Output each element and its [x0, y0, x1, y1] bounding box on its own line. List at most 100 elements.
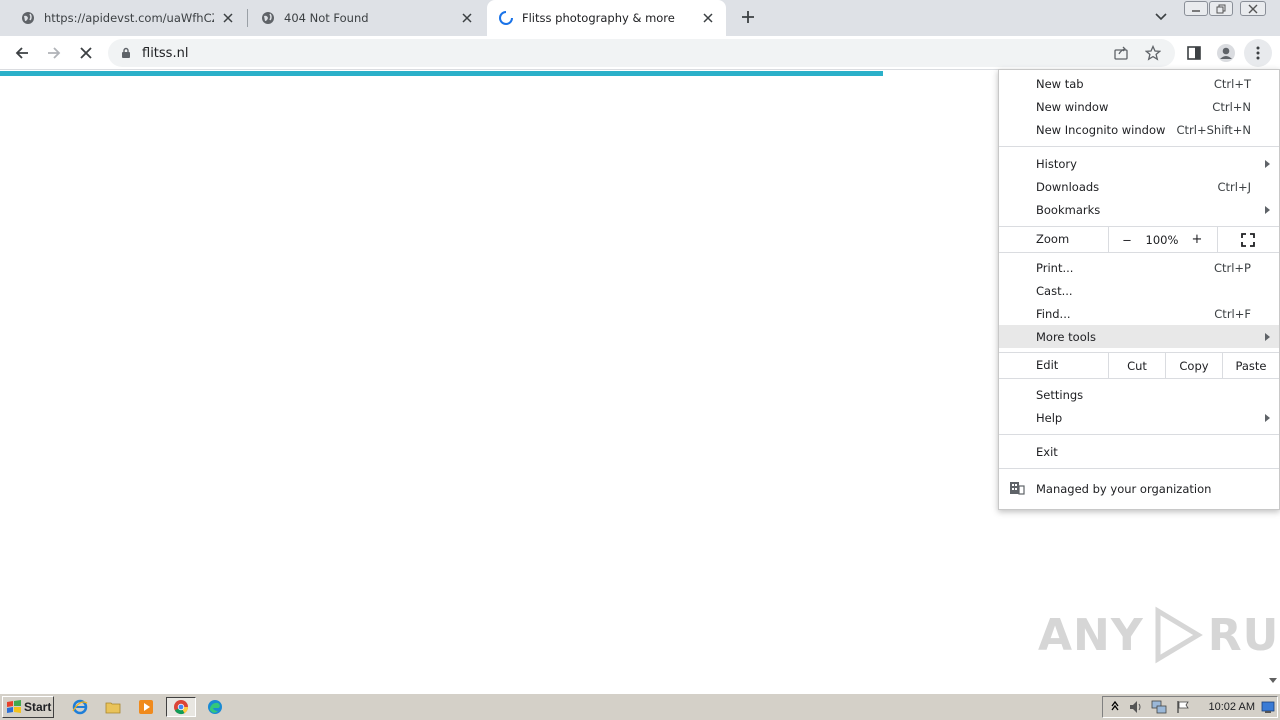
- chrome-menu-button[interactable]: [1244, 39, 1272, 67]
- close-window-button[interactable]: [1240, 1, 1266, 16]
- zoom-in-button[interactable]: +: [1187, 227, 1207, 252]
- menu-item-bookmarks[interactable]: Bookmarks: [999, 198, 1279, 221]
- menu-separator: [999, 146, 1279, 147]
- edge-icon[interactable]: [204, 697, 226, 717]
- menu-item-managed[interactable]: Managed by your organization: [999, 477, 1279, 500]
- globe-icon: [260, 10, 276, 26]
- submenu-arrow-icon: [1265, 333, 1270, 341]
- profile-button[interactable]: [1212, 39, 1240, 67]
- tab-flitss[interactable]: Flitss photography & more: [487, 0, 726, 36]
- menu-item-label: History: [1036, 156, 1077, 171]
- cut-button[interactable]: Cut: [1109, 353, 1165, 378]
- menu-item-label: Downloads: [1036, 179, 1100, 194]
- zoom-out-button[interactable]: −: [1117, 227, 1137, 252]
- play-logo-icon: [1155, 606, 1203, 664]
- zoom-label: Zoom: [1036, 232, 1070, 246]
- close-icon[interactable]: [459, 10, 475, 26]
- url-text[interactable]: flitss.nl: [142, 46, 188, 61]
- menu-item-label: Find...: [1036, 306, 1071, 321]
- copy-button[interactable]: Copy: [1166, 353, 1222, 378]
- network-icon[interactable]: [1151, 700, 1167, 717]
- menu-item-label: Managed by your organization: [1036, 481, 1212, 496]
- menu-item-new-tab[interactable]: New tab Ctrl+T: [999, 72, 1279, 95]
- volume-icon[interactable]: [1128, 700, 1144, 717]
- menu-item-print[interactable]: Print... Ctrl+P: [999, 256, 1279, 279]
- tab-search-icon[interactable]: [1151, 8, 1171, 26]
- menu-item-new-window[interactable]: New window Ctrl+N: [999, 95, 1279, 118]
- internet-explorer-icon[interactable]: [69, 697, 91, 717]
- chrome-menu: New tab Ctrl+T New window Ctrl+N New Inc…: [998, 69, 1280, 510]
- bookmark-star-icon[interactable]: [1144, 44, 1162, 64]
- menu-item-label: New Incognito window: [1036, 122, 1166, 137]
- windows-taskbar: Start 10:02 AM: [0, 693, 1280, 720]
- media-player-icon[interactable]: [135, 697, 157, 717]
- watermark-right: RUN: [1207, 609, 1280, 661]
- menu-edit-row: Edit Cut Copy Paste: [999, 353, 1279, 378]
- close-icon[interactable]: [220, 10, 236, 26]
- fullscreen-button[interactable]: [1231, 227, 1265, 252]
- anyrun-watermark: ANY RUN: [1038, 605, 1280, 665]
- close-icon[interactable]: [700, 10, 716, 26]
- menu-item-shortcut: Ctrl+J: [1217, 179, 1252, 194]
- edit-label: Edit: [1036, 358, 1059, 372]
- watermark-left: ANY: [1038, 609, 1144, 661]
- chrome-taskbar-icon[interactable]: [166, 697, 196, 717]
- menu-item-label: New tab: [1036, 76, 1084, 91]
- show-desktop-icon[interactable]: [1261, 701, 1275, 716]
- menu-item-label: Print...: [1036, 260, 1074, 275]
- menu-separator: [999, 378, 1279, 379]
- menu-item-shortcut: Ctrl+P: [1213, 260, 1251, 275]
- address-bar[interactable]: flitss.nl: [108, 39, 1175, 67]
- start-button[interactable]: Start: [2, 696, 54, 718]
- menu-item-history[interactable]: History: [999, 152, 1279, 175]
- minimize-button[interactable]: [1184, 1, 1208, 16]
- submenu-arrow-icon: [1265, 414, 1270, 422]
- building-icon: [1009, 481, 1025, 498]
- side-panel-button[interactable]: [1180, 39, 1208, 67]
- windows-logo-icon: [7, 700, 21, 713]
- restore-button[interactable]: [1209, 1, 1233, 16]
- browser-toolbar: flitss.nl: [0, 36, 1280, 70]
- new-tab-button[interactable]: [737, 6, 759, 28]
- back-button[interactable]: [8, 39, 36, 67]
- menu-separator: [999, 468, 1279, 469]
- menu-item-new-incognito[interactable]: New Incognito window Ctrl+Shift+N: [999, 118, 1279, 141]
- menu-item-exit[interactable]: Exit: [999, 440, 1279, 463]
- menu-item-shortcut: Ctrl+F: [1214, 306, 1251, 321]
- forward-button[interactable]: [40, 39, 68, 67]
- lock-icon[interactable]: [119, 46, 133, 60]
- tab-strip: https://apidevst.com/uaWfhCZHOIP 404 Not…: [0, 0, 1280, 36]
- stop-loading-button[interactable]: [72, 39, 100, 67]
- menu-item-more-tools[interactable]: More tools: [999, 325, 1279, 348]
- system-tray: 10:02 AM: [1102, 696, 1278, 718]
- share-icon[interactable]: [1113, 45, 1129, 64]
- menu-item-help[interactable]: Help: [999, 406, 1279, 429]
- loading-spinner-icon: [498, 10, 514, 26]
- menu-zoom-row: Zoom − 100% +: [999, 227, 1279, 252]
- divider: [1217, 227, 1218, 252]
- menu-item-cast[interactable]: Cast...: [999, 279, 1279, 302]
- menu-item-find[interactable]: Find... Ctrl+F: [999, 302, 1279, 325]
- zoom-level: 100%: [1145, 232, 1179, 247]
- menu-item-label: Exit: [1036, 444, 1058, 459]
- page-load-progress-bar: [0, 71, 883, 76]
- menu-item-shortcut: Ctrl+N: [1212, 99, 1251, 114]
- file-explorer-icon[interactable]: [102, 697, 124, 717]
- submenu-arrow-icon: [1265, 160, 1270, 168]
- menu-separator: [999, 252, 1279, 253]
- menu-item-downloads[interactable]: Downloads Ctrl+J: [999, 175, 1279, 198]
- menu-item-label: More tools: [1036, 329, 1096, 344]
- tab-apidevst[interactable]: https://apidevst.com/uaWfhCZHOIP: [0, 0, 246, 36]
- fullscreen-icon: [1241, 232, 1255, 247]
- paste-button[interactable]: Paste: [1223, 353, 1279, 378]
- menu-item-settings[interactable]: Settings: [999, 383, 1279, 406]
- clock[interactable]: 10:02 AM: [1209, 701, 1255, 713]
- globe-icon: [20, 10, 36, 26]
- tab-404[interactable]: 404 Not Found: [248, 0, 485, 36]
- tray-expand-icon[interactable]: [1111, 700, 1119, 715]
- menu-item-shortcut: Ctrl+T: [1213, 76, 1251, 91]
- action-center-flag-icon[interactable]: [1176, 700, 1190, 717]
- menu-item-label: New window: [1036, 99, 1109, 114]
- menu-item-label: Bookmarks: [1036, 202, 1101, 217]
- submenu-arrow-icon: [1265, 206, 1270, 214]
